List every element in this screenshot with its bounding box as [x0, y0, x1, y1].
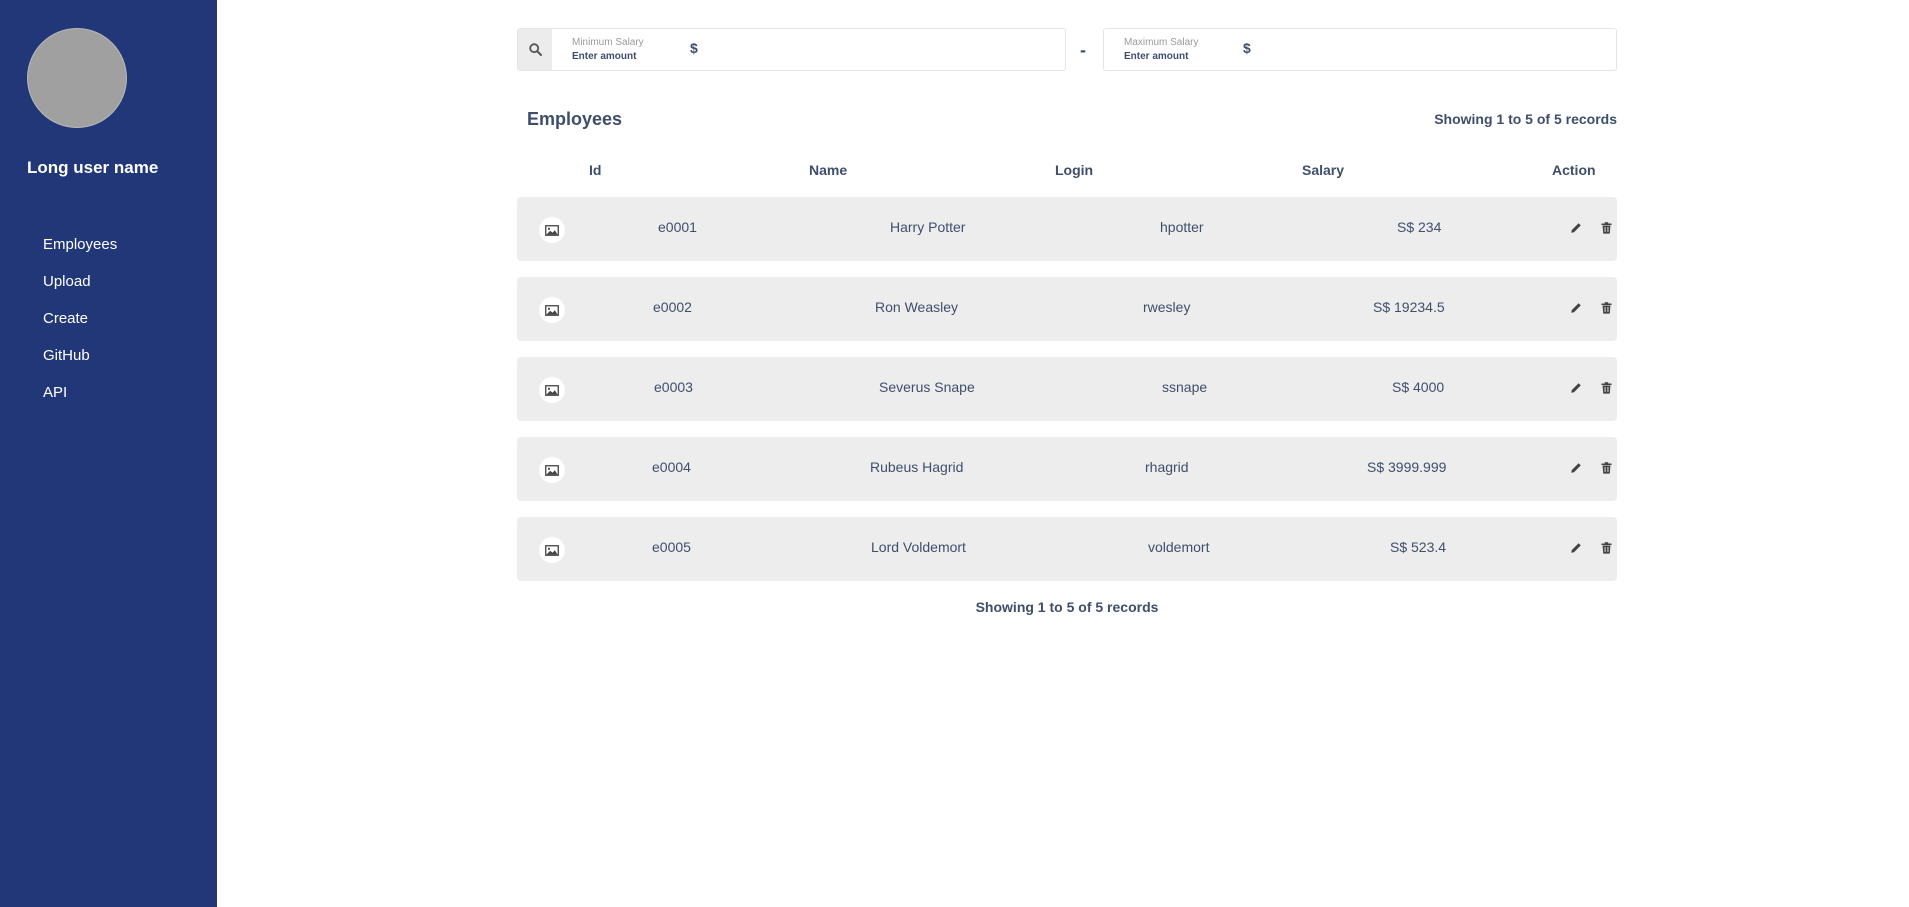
- edit-button[interactable]: [1568, 219, 1584, 237]
- trash-icon: [1601, 302, 1611, 314]
- pencil-icon: [1571, 463, 1581, 473]
- sidebar-item-api[interactable]: API: [43, 382, 117, 419]
- employee-photo: [539, 297, 565, 323]
- employee-salary: S$ 523.4: [1390, 539, 1447, 555]
- column-header-login[interactable]: Login: [1055, 162, 1093, 178]
- delete-button[interactable]: [1598, 459, 1614, 477]
- employee-salary: S$ 4000: [1392, 379, 1445, 395]
- employee-id: e0005: [652, 539, 691, 555]
- employee-photo: [539, 377, 565, 403]
- employee-photo: [539, 537, 565, 563]
- edit-button[interactable]: [1568, 379, 1584, 397]
- employee-login: hpotter: [1160, 219, 1204, 235]
- pencil-icon: [1571, 223, 1581, 233]
- records-summary: Showing 1 to 5 of 5 records: [1434, 111, 1617, 127]
- image-icon: [545, 224, 559, 236]
- sidebar: Long user name Employees Upload Create G…: [0, 0, 217, 907]
- delete-button[interactable]: [1598, 379, 1614, 397]
- main-content: Minimum Salary Enter amount $ - Maximum …: [217, 0, 1909, 907]
- pencil-icon: [1571, 543, 1581, 553]
- sidebar-nav: Employees Upload Create GitHub API: [43, 234, 117, 419]
- maximum-salary-label: Maximum Salary: [1124, 37, 1199, 48]
- employee-login: rhagrid: [1145, 459, 1189, 475]
- employee-id: e0002: [653, 299, 692, 315]
- employee-salary: S$ 19234.5: [1373, 299, 1445, 315]
- employee-photo: [539, 217, 565, 243]
- records-summary-footer: Showing 1 to 5 of 5 records: [975, 599, 1159, 615]
- user-name: Long user name: [27, 158, 159, 177]
- employee-photo: [539, 457, 565, 483]
- pencil-icon: [1571, 303, 1581, 313]
- employee-name: Rubeus Hagrid: [870, 459, 964, 475]
- employee-name: Ron Weasley: [875, 299, 959, 315]
- sidebar-item-upload[interactable]: Upload: [43, 271, 117, 308]
- trash-icon: [1601, 222, 1611, 234]
- search-icon: [528, 43, 542, 56]
- maximum-salary-currency: $: [1243, 40, 1251, 56]
- employee-id: e0003: [654, 379, 693, 395]
- sidebar-item-create[interactable]: Create: [43, 308, 117, 345]
- trash-icon: [1601, 542, 1611, 554]
- sidebar-item-github[interactable]: GitHub: [43, 345, 117, 382]
- employee-login: ssnape: [1162, 379, 1208, 395]
- minimum-salary-filter: Minimum Salary Enter amount $: [517, 28, 1066, 71]
- minimum-salary-input[interactable]: [708, 35, 1048, 65]
- sidebar-item-employees[interactable]: Employees: [43, 234, 117, 271]
- image-icon: [545, 304, 559, 316]
- table-row: e0003 Severus Snape ssnape S$ 4000: [517, 357, 1617, 421]
- trash-icon: [1601, 382, 1611, 394]
- search-button[interactable]: [518, 29, 552, 70]
- image-icon: [545, 544, 559, 556]
- trash-icon: [1601, 462, 1611, 474]
- minimum-salary-currency: $: [690, 40, 698, 56]
- avatar[interactable]: [27, 28, 127, 128]
- table-row: e0005 Lord Voldemort voldemort S$ 523.4: [517, 517, 1617, 581]
- employee-salary: S$ 3999.999: [1367, 459, 1447, 475]
- maximum-salary-filter: Maximum Salary Enter amount $: [1103, 28, 1617, 71]
- column-header-action: Action: [1552, 162, 1596, 178]
- employee-name: Lord Voldemort: [871, 539, 966, 555]
- employee-login: voldemort: [1148, 539, 1210, 555]
- employee-id: e0004: [652, 459, 691, 475]
- pencil-icon: [1571, 383, 1581, 393]
- delete-button[interactable]: [1598, 539, 1614, 557]
- table-row: e0002 Ron Weasley rwesley S$ 19234.5: [517, 277, 1617, 341]
- edit-button[interactable]: [1568, 459, 1584, 477]
- employee-name: Severus Snape: [879, 379, 975, 395]
- range-separator: -: [1080, 40, 1086, 60]
- employee-name: Harry Potter: [890, 219, 966, 235]
- image-icon: [545, 464, 559, 476]
- page-title: Employees: [527, 109, 623, 129]
- maximum-salary-input[interactable]: [1261, 35, 1601, 65]
- employee-id: e0001: [658, 219, 697, 235]
- column-header-salary[interactable]: Salary: [1302, 162, 1344, 178]
- edit-button[interactable]: [1568, 299, 1584, 317]
- delete-button[interactable]: [1598, 299, 1614, 317]
- minimum-salary-label: Minimum Salary: [572, 37, 644, 48]
- edit-button[interactable]: [1568, 539, 1584, 557]
- delete-button[interactable]: [1598, 219, 1614, 237]
- table-row: e0004 Rubeus Hagrid rhagrid S$ 3999.999: [517, 437, 1617, 501]
- table-row: e0001 Harry Potter hpotter S$ 234: [517, 197, 1617, 261]
- employee-login: rwesley: [1143, 299, 1191, 315]
- column-header-name[interactable]: Name: [809, 162, 847, 178]
- minimum-salary-hint: Enter amount: [572, 51, 637, 62]
- employee-salary: S$ 234: [1397, 219, 1442, 235]
- image-icon: [545, 384, 559, 396]
- maximum-salary-hint: Enter amount: [1124, 51, 1189, 62]
- column-header-id[interactable]: Id: [589, 162, 601, 178]
